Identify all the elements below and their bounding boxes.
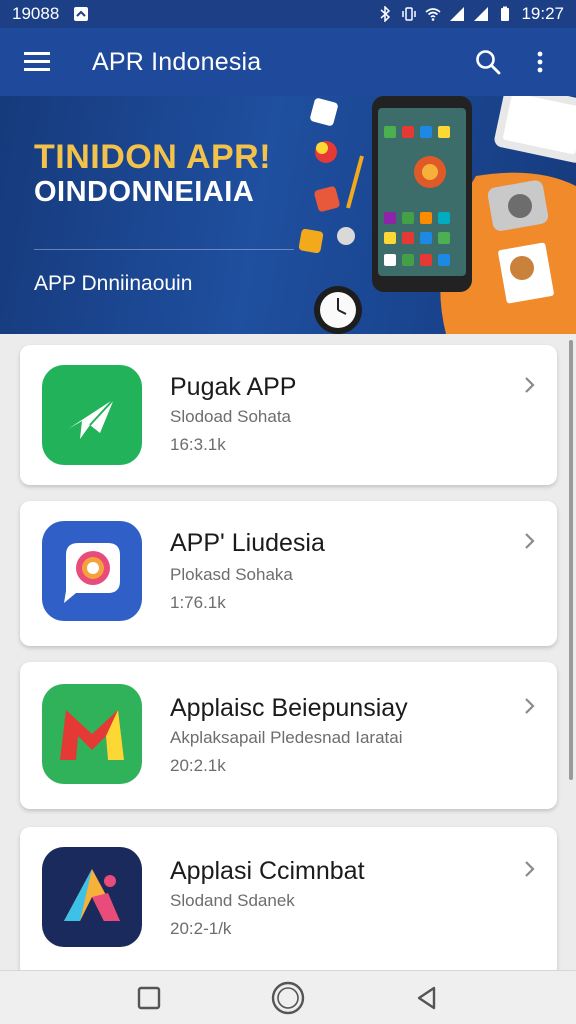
app-icon-1 — [42, 365, 142, 465]
app-list: Pugak APP Slodoad Sohata 16:3.1k APP' Li… — [0, 334, 576, 970]
app-icon-2 — [42, 521, 142, 621]
app-card-2[interactable]: APP' Liudesia Plokasd Sohaka 1:76.1k — [20, 501, 557, 646]
chevron-right-icon — [525, 533, 535, 549]
status-time-right: 19:27 — [521, 4, 564, 23]
recents-square-icon — [138, 986, 161, 1009]
app-size: 16:3.1k — [170, 435, 226, 454]
app-icon-4 — [42, 847, 142, 947]
hero-illustration — [298, 96, 576, 334]
overflow-menu-button[interactable] — [514, 36, 566, 88]
hamburger-menu-icon — [24, 52, 50, 71]
wifi-icon — [425, 8, 441, 21]
signal-icon — [450, 7, 465, 21]
app-description: Slodand Sdanek — [170, 891, 295, 910]
app-icon-3 — [42, 684, 142, 784]
app-name: APP' Liudesia — [170, 529, 325, 557]
app-title: APR Indonesia — [92, 47, 262, 76]
back-button[interactable] — [402, 973, 452, 1023]
status-bar: 19088 19:27 — [0, 0, 576, 28]
paper-plane-icon — [68, 398, 115, 439]
home-button[interactable] — [263, 973, 313, 1023]
search-button[interactable] — [462, 36, 514, 88]
back-triangle-icon — [417, 986, 435, 1009]
app-description: Slodoad Sohata — [170, 407, 291, 426]
app-card-4[interactable]: Applasi Ccimnbat Slodand Sdanek 20:2-1/k — [20, 827, 557, 970]
more-vertical-icon — [537, 51, 543, 73]
camera-chat-icon — [64, 543, 120, 603]
app-size: 20:2-1/k — [170, 919, 232, 938]
app-size: 1:76.1k — [170, 593, 226, 612]
app-description: Plokasd Sohaka — [170, 565, 293, 584]
chevron-right-icon — [525, 698, 535, 714]
search-icon — [476, 50, 501, 75]
status-time-left: 19088 — [12, 4, 60, 23]
menu-button[interactable] — [12, 36, 64, 88]
chevron-right-icon — [525, 861, 535, 877]
app-size: 20:2.1k — [170, 756, 226, 775]
app-name: Applasi Ccimnbat — [170, 857, 365, 885]
app-bar: APR Indonesia — [0, 28, 576, 96]
letter-m-icon — [60, 710, 124, 760]
scrollbar[interactable] — [569, 340, 573, 780]
system-nav-bar — [0, 970, 576, 1024]
hero-subtitle: APP Dnniinaouin — [34, 272, 193, 295]
app-name: Pugak APP — [170, 373, 297, 401]
signal-icon-2 — [474, 7, 489, 21]
home-circle-icon — [271, 981, 305, 1014]
app-name: Applaisc Beiepunsiay — [170, 694, 408, 722]
hero-banner[interactable]: TINIDON APR! OINDONNEIAIA APP Dnniinaoui… — [0, 96, 576, 334]
app-card-1[interactable]: Pugak APP Slodoad Sohata 16:3.1k — [20, 345, 557, 485]
vibrate-icon — [402, 7, 417, 21]
notification-icon — [74, 7, 89, 21]
hero-headline: TINIDON APR! — [34, 138, 272, 176]
app-description: Akplaksapail Pledesnad Iaratai — [170, 728, 403, 747]
triangle-logo-icon — [64, 869, 120, 921]
hero-divider — [34, 249, 294, 250]
battery-icon — [501, 6, 510, 21]
app-card-3[interactable]: Applaisc Beiepunsiay Akplaksapail Pledes… — [20, 662, 557, 809]
bluetooth-icon — [380, 6, 391, 22]
chevron-right-icon — [525, 377, 535, 393]
hero-headline-2: OINDONNEIAIA — [34, 176, 255, 208]
recents-button[interactable] — [124, 973, 174, 1023]
